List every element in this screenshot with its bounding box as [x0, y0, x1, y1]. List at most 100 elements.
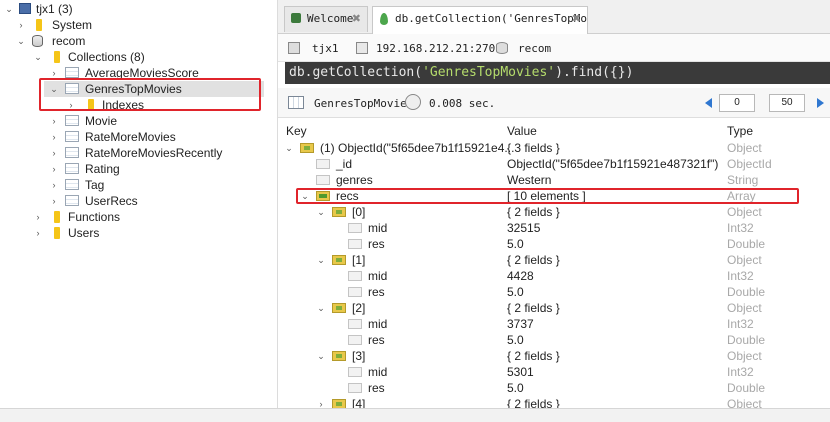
- tree-table-row[interactable]: ⌄ (1) ObjectId("5f65dee7b1f15921e4...{ 3 …: [278, 140, 830, 156]
- clock-icon: [405, 94, 421, 110]
- tree-table-row[interactable]: mid 3737 Int32: [278, 316, 830, 332]
- tab-query[interactable]: db.getCollection('GenresTopMovies').… ✖: [372, 6, 588, 35]
- tree-item-label: Collections (8): [68, 50, 145, 64]
- tree-item-ratemoremoviesrecently[interactable]: › RateMoreMoviesRecently: [0, 145, 278, 161]
- skip-input[interactable]: 0: [719, 94, 755, 112]
- chevron-right-icon[interactable]: ›: [49, 193, 59, 209]
- horizontal-scrollbar[interactable]: [0, 408, 830, 422]
- close-icon[interactable]: ✖: [352, 7, 361, 31]
- cell-value: { 2 fields }: [507, 205, 560, 219]
- query-editor[interactable]: db.getCollection('GenresTopMovies').find…: [285, 62, 830, 84]
- previous-page-icon[interactable]: [705, 98, 712, 108]
- chevron-down-icon[interactable]: ⌄: [33, 49, 43, 65]
- cell-key: res: [368, 285, 385, 299]
- tree-item-users[interactable]: › Users: [0, 225, 278, 241]
- cell-key: mid: [368, 221, 388, 235]
- cell-value: 5.0: [507, 333, 524, 347]
- connection-host: tjx1: [312, 42, 339, 55]
- database-icon: [32, 35, 43, 47]
- chevron-right-icon[interactable]: ›: [49, 161, 59, 177]
- cell-type: Int32: [727, 365, 754, 379]
- tree-item-tag[interactable]: › Tag: [0, 177, 278, 193]
- cell-key: genres: [336, 173, 373, 187]
- tree-item-ratemoremovies[interactable]: › RateMoreMovies: [0, 129, 278, 145]
- chevron-down-icon[interactable]: ⌄: [316, 300, 326, 316]
- connection-address: 192.168.212.21:27017: [376, 42, 509, 55]
- tree-table-row[interactable]: res 5.0 Double: [278, 332, 830, 348]
- chevron-right-icon[interactable]: ›: [49, 177, 59, 193]
- cell-key: (1) ObjectId("5f65dee7b1f15921e4...: [320, 141, 515, 155]
- field-icon: [316, 175, 330, 185]
- chevron-right-icon[interactable]: ›: [33, 209, 43, 225]
- tree-table-row[interactable]: ⌄ [0] { 2 fields } Object: [278, 204, 830, 220]
- highlight-box: [296, 188, 799, 204]
- tree-table-row[interactable]: ⌄ [1] { 2 fields } Object: [278, 252, 830, 268]
- cell-value: 5.0: [507, 237, 524, 251]
- tree-table-row[interactable]: ⌄ [2] { 2 fields } Object: [278, 300, 830, 316]
- monitor-icon: [356, 42, 368, 54]
- table-view-icon[interactable]: [288, 96, 304, 109]
- tree-item-label: UserRecs: [85, 194, 138, 208]
- tree-table-row[interactable]: _id ObjectId("5f65dee7b1f15921e487321f") O…: [278, 156, 830, 172]
- column-header-type[interactable]: Type: [727, 124, 753, 138]
- cell-type: Object: [727, 205, 762, 219]
- folder-icon: [54, 227, 60, 239]
- cell-type: Object: [727, 301, 762, 315]
- cell-key: [0]: [352, 205, 366, 219]
- chevron-right-icon[interactable]: ›: [33, 225, 43, 241]
- folder-icon: [54, 211, 60, 223]
- object-icon: [332, 255, 346, 265]
- chevron-right-icon[interactable]: ›: [49, 129, 59, 145]
- leaf-icon: [380, 13, 388, 25]
- table-icon: [65, 195, 79, 206]
- table-icon: [65, 131, 79, 142]
- tab-welcome[interactable]: Welcome ✖: [284, 6, 368, 32]
- chevron-down-icon[interactable]: ⌄: [316, 204, 326, 220]
- cell-value: { 3 fields }: [507, 141, 560, 155]
- tree-table-row[interactable]: mid 4428 Int32: [278, 268, 830, 284]
- tree-item-tjx1[interactable]: ⌄ tjx1 (3): [0, 1, 278, 17]
- tree-item-rating[interactable]: › Rating: [0, 161, 278, 177]
- connection-tree: ⌄ tjx1 (3) › System ⌄ recom ⌄ Collection…: [0, 0, 278, 408]
- tree-item-movie[interactable]: › Movie: [0, 113, 278, 129]
- next-page-icon[interactable]: [817, 98, 824, 108]
- chevron-right-icon[interactable]: ›: [16, 17, 26, 33]
- table-icon: [65, 115, 79, 126]
- cell-type: Object: [727, 141, 762, 155]
- column-header-value[interactable]: Value: [507, 124, 537, 138]
- cell-type: Int32: [727, 269, 754, 283]
- column-header-key[interactable]: Key: [286, 124, 307, 138]
- tree-table-row[interactable]: ⌄ [3] { 2 fields } Object: [278, 348, 830, 364]
- tree-item-system[interactable]: › System: [0, 17, 278, 33]
- tree-item-label: tjx1 (3): [36, 2, 73, 16]
- field-icon: [348, 287, 362, 297]
- chevron-right-icon[interactable]: ›: [49, 113, 59, 129]
- field-icon: [348, 319, 362, 329]
- server-icon: [288, 42, 300, 54]
- close-icon[interactable]: ✖: [572, 7, 581, 31]
- tree-table-row[interactable]: mid 32515 Int32: [278, 220, 830, 236]
- tree-item-label: RateMoreMoviesRecently: [85, 146, 223, 160]
- chevron-right-icon[interactable]: ›: [49, 145, 59, 161]
- limit-input[interactable]: 50: [769, 94, 805, 112]
- chevron-down-icon[interactable]: ⌄: [316, 252, 326, 268]
- chevron-down-icon[interactable]: ⌄: [16, 33, 26, 49]
- chevron-down-icon[interactable]: ⌄: [4, 1, 14, 17]
- tree-item-functions[interactable]: › Functions: [0, 209, 278, 225]
- tree-item-label: Rating: [85, 162, 120, 176]
- tree-table-row[interactable]: res 5.0 Double: [278, 284, 830, 300]
- chevron-down-icon[interactable]: ⌄: [284, 140, 294, 156]
- folder-icon: [54, 51, 60, 63]
- tree-table-row[interactable]: res 5.0 Double: [278, 380, 830, 396]
- tree-table-row[interactable]: res 5.0 Double: [278, 236, 830, 252]
- leaf-icon: [291, 13, 301, 23]
- tree-item-collections[interactable]: ⌄ Collections (8): [0, 49, 278, 65]
- tree-item-userrecs[interactable]: › UserRecs: [0, 193, 278, 209]
- tree-item-label: Tag: [85, 178, 105, 192]
- tree-table-row[interactable]: mid 5301 Int32: [278, 364, 830, 380]
- tree-item-recom[interactable]: ⌄ recom: [0, 33, 278, 49]
- tree-table-row[interactable]: genres Western String: [278, 172, 830, 188]
- cell-value: Western: [507, 173, 552, 187]
- chevron-down-icon[interactable]: ⌄: [316, 348, 326, 364]
- cell-type: Int32: [727, 317, 754, 331]
